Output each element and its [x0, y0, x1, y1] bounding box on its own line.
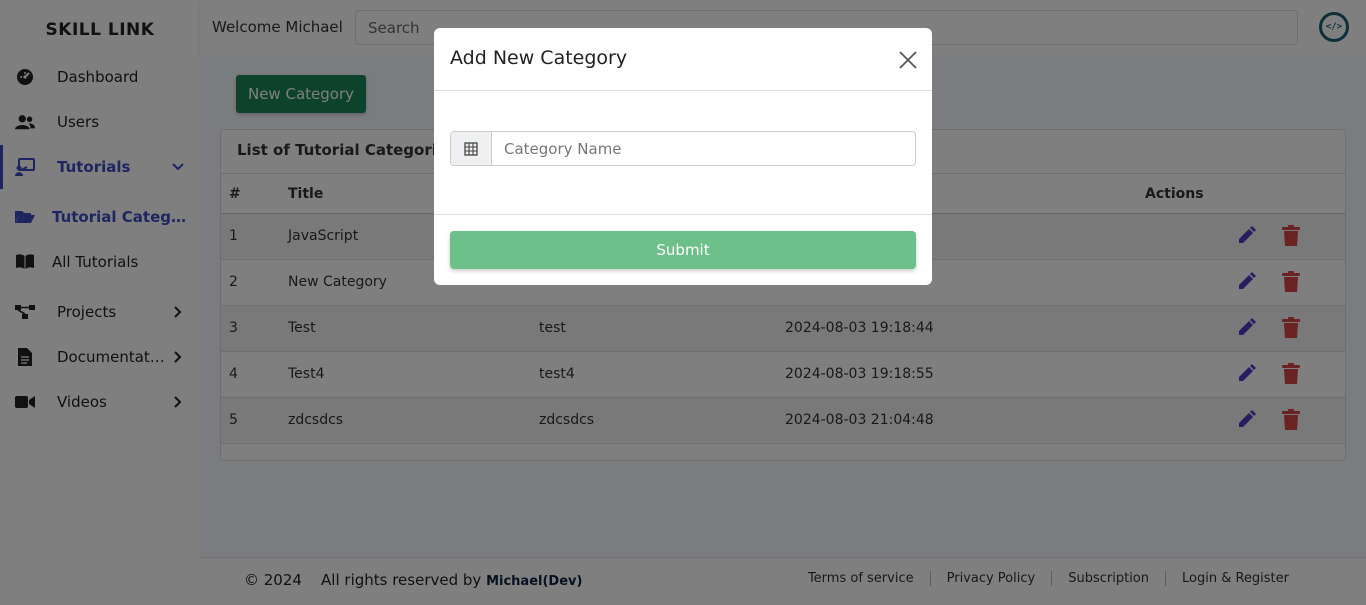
modal-title: Add New Category — [450, 47, 628, 69]
close-icon[interactable] — [898, 50, 918, 70]
submit-button[interactable]: Submit — [450, 231, 916, 269]
table-grid-icon — [451, 132, 492, 165]
category-name-input[interactable] — [492, 132, 915, 165]
divider — [434, 90, 932, 91]
add-category-modal: Add New Category Submit — [434, 28, 932, 285]
divider — [434, 214, 932, 215]
category-name-input-group — [450, 131, 916, 166]
